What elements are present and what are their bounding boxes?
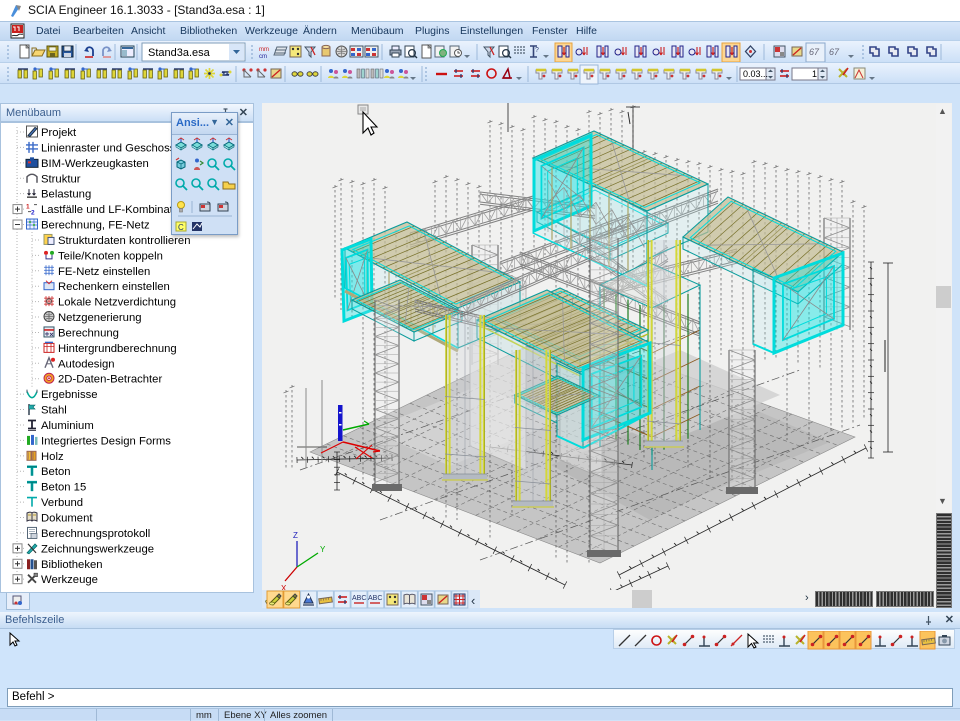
svg-text:1: 1 <box>26 204 30 211</box>
svg-text:2D-Daten-Betrachter: 2D-Daten-Betrachter <box>58 374 162 386</box>
svg-text:Lastfälle und LF-Kombinatio: Lastfälle und LF-Kombinatio <box>41 204 182 216</box>
svg-text:Beton 15: Beton 15 <box>41 482 86 494</box>
svg-text:0.03...: 0.03... <box>743 69 768 79</box>
svg-text:Verbund: Verbund <box>41 497 83 509</box>
svg-text:Bibliotheken: Bibliotheken <box>41 559 103 571</box>
svg-text:Berechnung: Berechnung <box>58 327 119 339</box>
svg-text:‹: ‹ <box>471 593 475 608</box>
svg-text:Beton: Beton <box>41 466 71 478</box>
svg-text:Rechenkern einstellen: Rechenkern einstellen <box>58 281 170 293</box>
svg-text:Holz: Holz <box>41 451 64 463</box>
svg-text:Struktur: Struktur <box>41 173 81 185</box>
svg-text:Strukturdaten kontrollieren: Strukturdaten kontrollieren <box>58 235 191 247</box>
svg-text:Werkzeuge: Werkzeuge <box>41 574 98 586</box>
svg-text:Integriertes Design Forms: Integriertes Design Forms <box>41 435 171 447</box>
svg-text:Linienraster und Geschosse: Linienraster und Geschosse <box>41 142 182 154</box>
svg-text:Stahl: Stahl <box>41 405 67 417</box>
svg-text:Berechnung, FE-Netz: Berechnung, FE-Netz <box>41 220 150 232</box>
svg-text:Netzgenerierung: Netzgenerierung <box>58 312 142 324</box>
svg-text:Stand3a.esa: Stand3a.esa <box>148 47 211 59</box>
svg-text:Berechnungsprotokoll: Berechnungsprotokoll <box>41 528 150 540</box>
svg-text:BIM-Werkzeugkasten: BIM-Werkzeugkasten <box>41 158 149 170</box>
svg-text:FE-Netz einstellen: FE-Netz einstellen <box>58 266 150 278</box>
svg-text:1: 1 <box>812 69 817 79</box>
svg-text:Ergebnisse: Ergebnisse <box>41 389 98 401</box>
svg-text:Projekt: Projekt <box>41 127 77 139</box>
svg-text:2: 2 <box>31 210 35 217</box>
svg-text:Aluminium: Aluminium <box>41 420 94 432</box>
svg-text:Autodesign: Autodesign <box>58 358 115 370</box>
svg-text:Belastung: Belastung <box>41 189 91 201</box>
svg-text:Hintergrundberechnung: Hintergrundberechnung <box>58 343 177 355</box>
svg-text:Teile/Knoten koppeln: Teile/Knoten koppeln <box>58 250 163 262</box>
svg-text:Zeichnungswerkzeuge: Zeichnungswerkzeuge <box>41 543 154 555</box>
svg-text:Dokument: Dokument <box>41 513 93 525</box>
svg-text:Y: Y <box>320 545 326 554</box>
svg-text:Lokale Netzverdichtung: Lokale Netzverdichtung <box>58 297 176 309</box>
svg-text:Z: Z <box>293 531 298 540</box>
